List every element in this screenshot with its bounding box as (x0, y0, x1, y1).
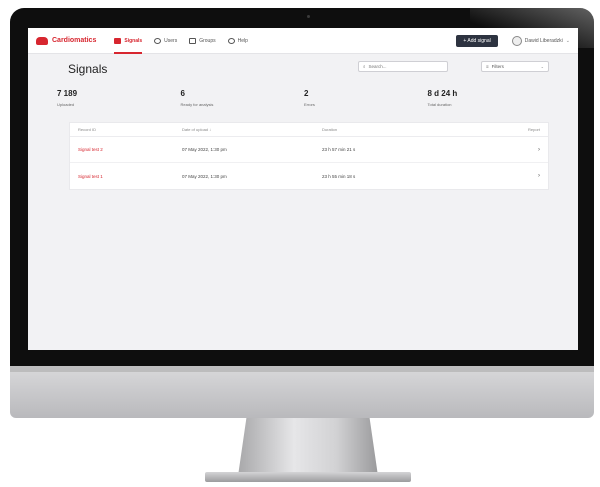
nav-label: Help (237, 37, 248, 44)
column-header-report: Report (527, 127, 540, 132)
filters-label: Filters (491, 64, 504, 69)
nav-label: Signals (124, 37, 143, 44)
stat-value: 7 189 (57, 89, 78, 98)
stat-errors: 2 Errors (304, 89, 428, 119)
upload-date: 07 May 2022, 1:30 pm (182, 173, 227, 179)
filter-icon: ≡ (486, 64, 489, 69)
nav-label: Groups (199, 37, 216, 44)
duration: 23 h 55 min 18 s (322, 173, 356, 179)
column-header-record-id[interactable]: Record ID (70, 127, 182, 132)
camera-dot (307, 15, 310, 18)
record-id-link[interactable]: Signal test 2 (70, 147, 182, 152)
groups-icon (189, 37, 197, 44)
cloud-heart-icon (36, 36, 48, 45)
stat-label: Uploaded (57, 102, 75, 107)
signals-table: Record ID Date of upload ↓ Duration Repo… (69, 122, 549, 190)
signal-icon (114, 37, 122, 44)
nav-label: Users (164, 37, 178, 44)
user-name: Dawid Liberadzki (524, 37, 563, 44)
chevron-down-icon: ⌄ (540, 64, 544, 69)
stat-value: 2 (304, 89, 309, 98)
duration: 23 h 57 min 21 s (322, 147, 356, 152)
page-title: Signals (68, 62, 108, 76)
table-row[interactable]: Signal test 2 07 May 2022, 1:30 pm 23 h … (70, 137, 548, 163)
upload-date: 07 May 2022, 1:30 pm (182, 147, 227, 152)
brand[interactable]: Cardiomatics (36, 36, 97, 45)
users-icon (154, 37, 162, 44)
stat-label: Errors (304, 102, 315, 107)
user-avatar-icon (511, 35, 522, 46)
monitor-foot (205, 472, 411, 482)
nav-item-help[interactable]: Help (227, 28, 248, 54)
top-navbar: Cardiomatics Signals Users Groups Help +… (28, 28, 578, 54)
search-icon: ⌕ (363, 64, 366, 69)
app-screen: Cardiomatics Signals Users Groups Help +… (28, 28, 578, 350)
chevron-right-icon[interactable]: › (512, 147, 548, 153)
stat-uploaded: 7 189 Uploaded (57, 89, 181, 119)
chin-shadow (10, 366, 594, 372)
search-placeholder: Search... (368, 64, 387, 69)
record-id-link[interactable]: Signal test 1 (70, 174, 182, 179)
brand-name: Cardiomatics (52, 37, 97, 44)
nav-item-users[interactable]: Users (154, 28, 177, 54)
stat-ready: 6 Ready for analysis (181, 89, 305, 119)
add-signal-button[interactable]: + Add signal (456, 34, 498, 47)
column-header-date[interactable]: Date of upload ↓ (182, 127, 322, 132)
stat-label: Total duration (427, 102, 452, 107)
user-menu[interactable]: Dawid Liberadzki ⌄ (511, 35, 570, 46)
chevron-down-icon: ⌄ (565, 37, 570, 44)
nav-item-groups[interactable]: Groups (189, 28, 216, 54)
filters-dropdown[interactable]: ≡ Filters ⌄ (481, 61, 549, 72)
chevron-right-icon[interactable]: › (512, 173, 548, 179)
monitor-chin (10, 366, 594, 418)
nav-item-signals[interactable]: Signals (114, 28, 142, 54)
search-input[interactable]: ⌕ Search... (358, 61, 448, 72)
stat-total-duration: 8 d 24 h Total duration (428, 89, 552, 119)
help-icon (227, 37, 235, 44)
table-row[interactable]: Signal test 1 07 May 2022, 1:30 pm 23 h … (70, 163, 548, 189)
stat-value: 6 (180, 89, 185, 98)
monitor-stand (238, 418, 378, 476)
stats-row: 7 189 Uploaded 6 Ready for analysis 2 Er… (57, 89, 551, 119)
table-header: Record ID Date of upload ↓ Duration Repo… (70, 123, 548, 137)
column-header-duration[interactable]: Duration (322, 127, 512, 132)
stat-value: 8 d 24 h (427, 89, 458, 98)
stat-label: Ready for analysis (180, 102, 214, 107)
